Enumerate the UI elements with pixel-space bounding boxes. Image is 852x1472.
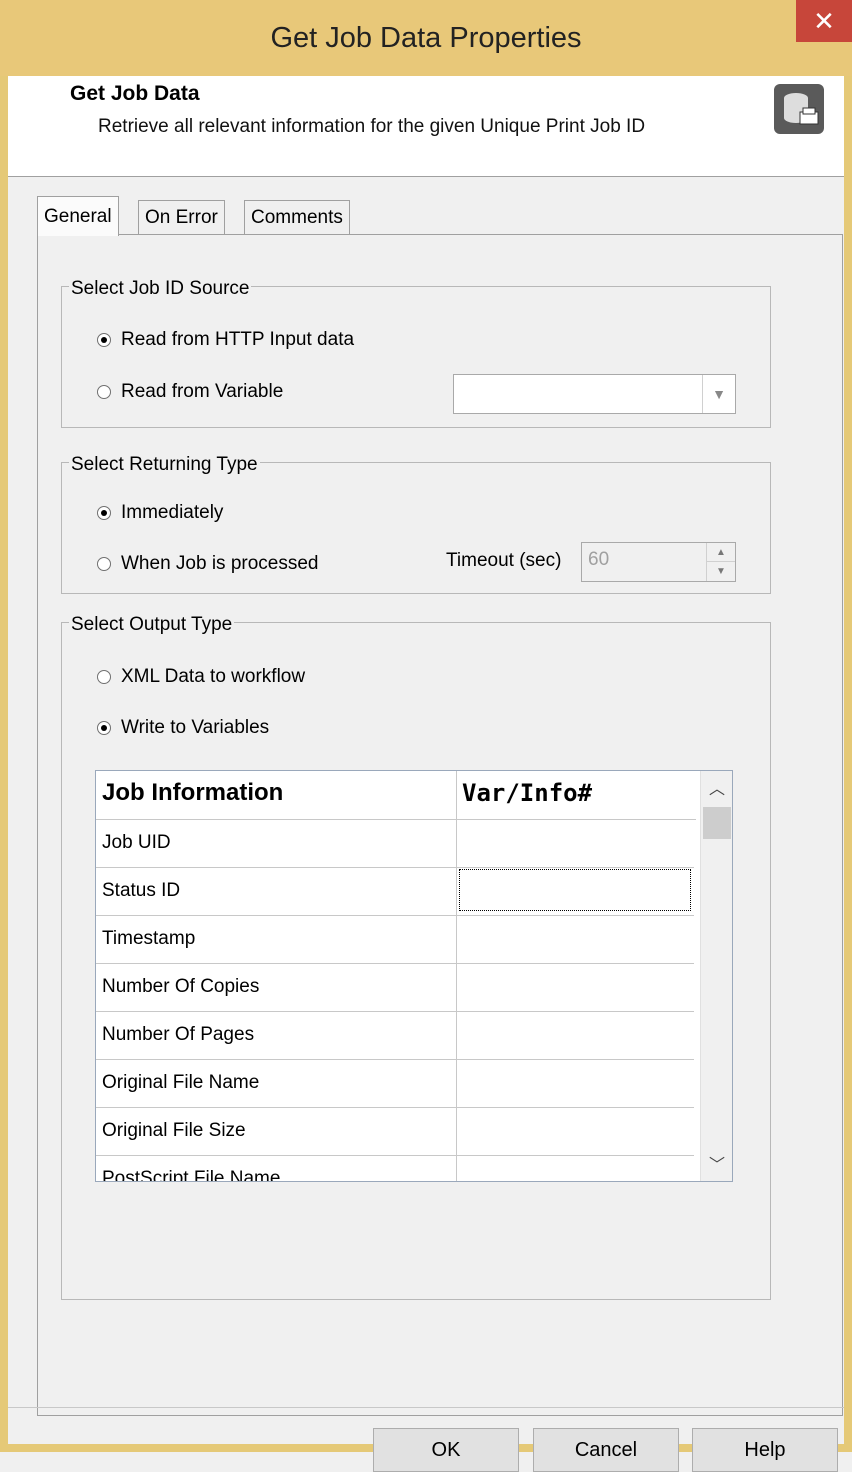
radio-label: Immediately xyxy=(121,502,224,523)
radio-label: When Job is processed xyxy=(121,553,319,574)
row-info-cell: Original File Size xyxy=(102,1120,246,1141)
row-info-cell: Number Of Pages xyxy=(102,1024,255,1045)
column-header-job-information[interactable]: Job Information xyxy=(102,779,283,807)
grid-header: Job Information Var/Info# xyxy=(96,771,696,820)
table-row[interactable]: Number Of Pages xyxy=(96,1011,694,1060)
header-title: Get Job Data xyxy=(70,82,200,105)
ok-button[interactable]: OK xyxy=(373,1428,519,1472)
tab-on-error[interactable]: On Error xyxy=(138,200,225,234)
row-var-cell[interactable] xyxy=(458,1156,692,1181)
timeout-value: 60 xyxy=(588,549,610,570)
table-row[interactable]: Job UID xyxy=(96,819,694,868)
radio-label: Write to Variables xyxy=(121,717,270,738)
radio-immediately[interactable]: Immediately xyxy=(97,502,223,524)
table-row[interactable]: Original File Name xyxy=(96,1059,694,1108)
radio-indicator xyxy=(97,385,111,399)
dialog-window: Get Job Data Properties ✕ Get Job Data R… xyxy=(0,0,852,1472)
row-var-cell-focused[interactable] xyxy=(458,868,692,912)
tab-general[interactable]: General xyxy=(37,196,119,236)
cancel-button[interactable]: Cancel xyxy=(533,1428,679,1472)
close-icon: ✕ xyxy=(813,6,835,36)
output-type-legend: Select Output Type xyxy=(69,614,235,636)
row-var-cell[interactable] xyxy=(458,916,692,960)
scroll-up-icon[interactable]: ︿ xyxy=(701,775,732,803)
stepper-buttons: ▲ ▼ xyxy=(706,543,735,581)
row-var-cell[interactable] xyxy=(458,964,692,1008)
radio-selected-indicator xyxy=(97,506,111,520)
row-var-cell[interactable] xyxy=(458,1012,692,1056)
radio-read-from-variable[interactable]: Read from Variable xyxy=(97,381,283,403)
title-bar: Get Job Data Properties ✕ xyxy=(0,0,852,76)
table-row[interactable]: Status ID xyxy=(96,867,694,916)
radio-when-job-processed[interactable]: When Job is processed xyxy=(97,553,319,575)
stepper-down-icon[interactable]: ▼ xyxy=(707,562,735,581)
table-row[interactable]: PostScript File Name xyxy=(96,1155,694,1182)
radio-write-to-variables[interactable]: Write to Variables xyxy=(97,717,269,739)
radio-selected-indicator xyxy=(97,721,111,735)
table-row[interactable]: Timestamp xyxy=(96,915,694,964)
scroll-down-icon[interactable]: ﹀ xyxy=(701,1151,732,1179)
row-var-cell[interactable] xyxy=(458,1108,692,1152)
radio-label: Read from HTTP Input data xyxy=(121,329,355,350)
variable-select[interactable]: ▼ xyxy=(453,374,736,414)
scroll-thumb[interactable] xyxy=(703,807,731,839)
close-button[interactable]: ✕ xyxy=(796,0,852,42)
timeout-stepper[interactable]: 60 ▲ ▼ xyxy=(581,542,736,582)
chevron-down-icon: ▼ xyxy=(702,375,735,413)
radio-label: XML Data to workflow xyxy=(121,666,306,687)
row-info-cell: Number Of Copies xyxy=(102,976,260,997)
table-row[interactable]: Original File Size xyxy=(96,1107,694,1156)
dialog-client: Get Job Data Retrieve all relevant infor… xyxy=(8,76,844,1472)
row-var-cell[interactable] xyxy=(458,820,692,864)
tab-comments[interactable]: Comments xyxy=(244,200,350,234)
radio-xml-data[interactable]: XML Data to workflow xyxy=(97,666,305,688)
radio-read-http-input[interactable]: Read from HTTP Input data xyxy=(97,329,354,351)
vertical-scrollbar[interactable]: ︿ ﹀ xyxy=(700,771,732,1181)
row-info-cell: Original File Name xyxy=(102,1072,260,1093)
returning-type-legend: Select Returning Type xyxy=(69,454,260,476)
radio-indicator xyxy=(97,557,111,571)
row-info-cell: Job UID xyxy=(102,832,171,853)
window-title: Get Job Data Properties xyxy=(270,22,582,54)
header-description: Retrieve all relevant information for th… xyxy=(98,116,646,137)
help-button[interactable]: Help xyxy=(692,1428,838,1472)
radio-selected-indicator xyxy=(97,333,111,347)
column-header-var-info[interactable]: Var/Info# xyxy=(462,779,592,807)
radio-label: Read from Variable xyxy=(121,381,284,402)
job-id-source-legend: Select Job ID Source xyxy=(69,278,252,300)
row-info-cell: Timestamp xyxy=(102,928,196,949)
job-information-grid[interactable]: Job Information Var/Info# Job UID Status… xyxy=(95,770,733,1182)
database-printer-icon xyxy=(774,84,824,134)
row-info-cell: Status ID xyxy=(102,880,181,901)
dialog-header: Get Job Data Retrieve all relevant infor… xyxy=(8,76,844,177)
row-var-cell[interactable] xyxy=(458,1060,692,1104)
table-row[interactable]: Number Of Copies xyxy=(96,963,694,1012)
timeout-label: Timeout (sec) xyxy=(446,550,562,571)
stepper-up-icon[interactable]: ▲ xyxy=(707,543,735,562)
row-info-cell: PostScript File Name xyxy=(102,1168,281,1182)
radio-indicator xyxy=(97,670,111,684)
footer-divider xyxy=(8,1407,844,1408)
